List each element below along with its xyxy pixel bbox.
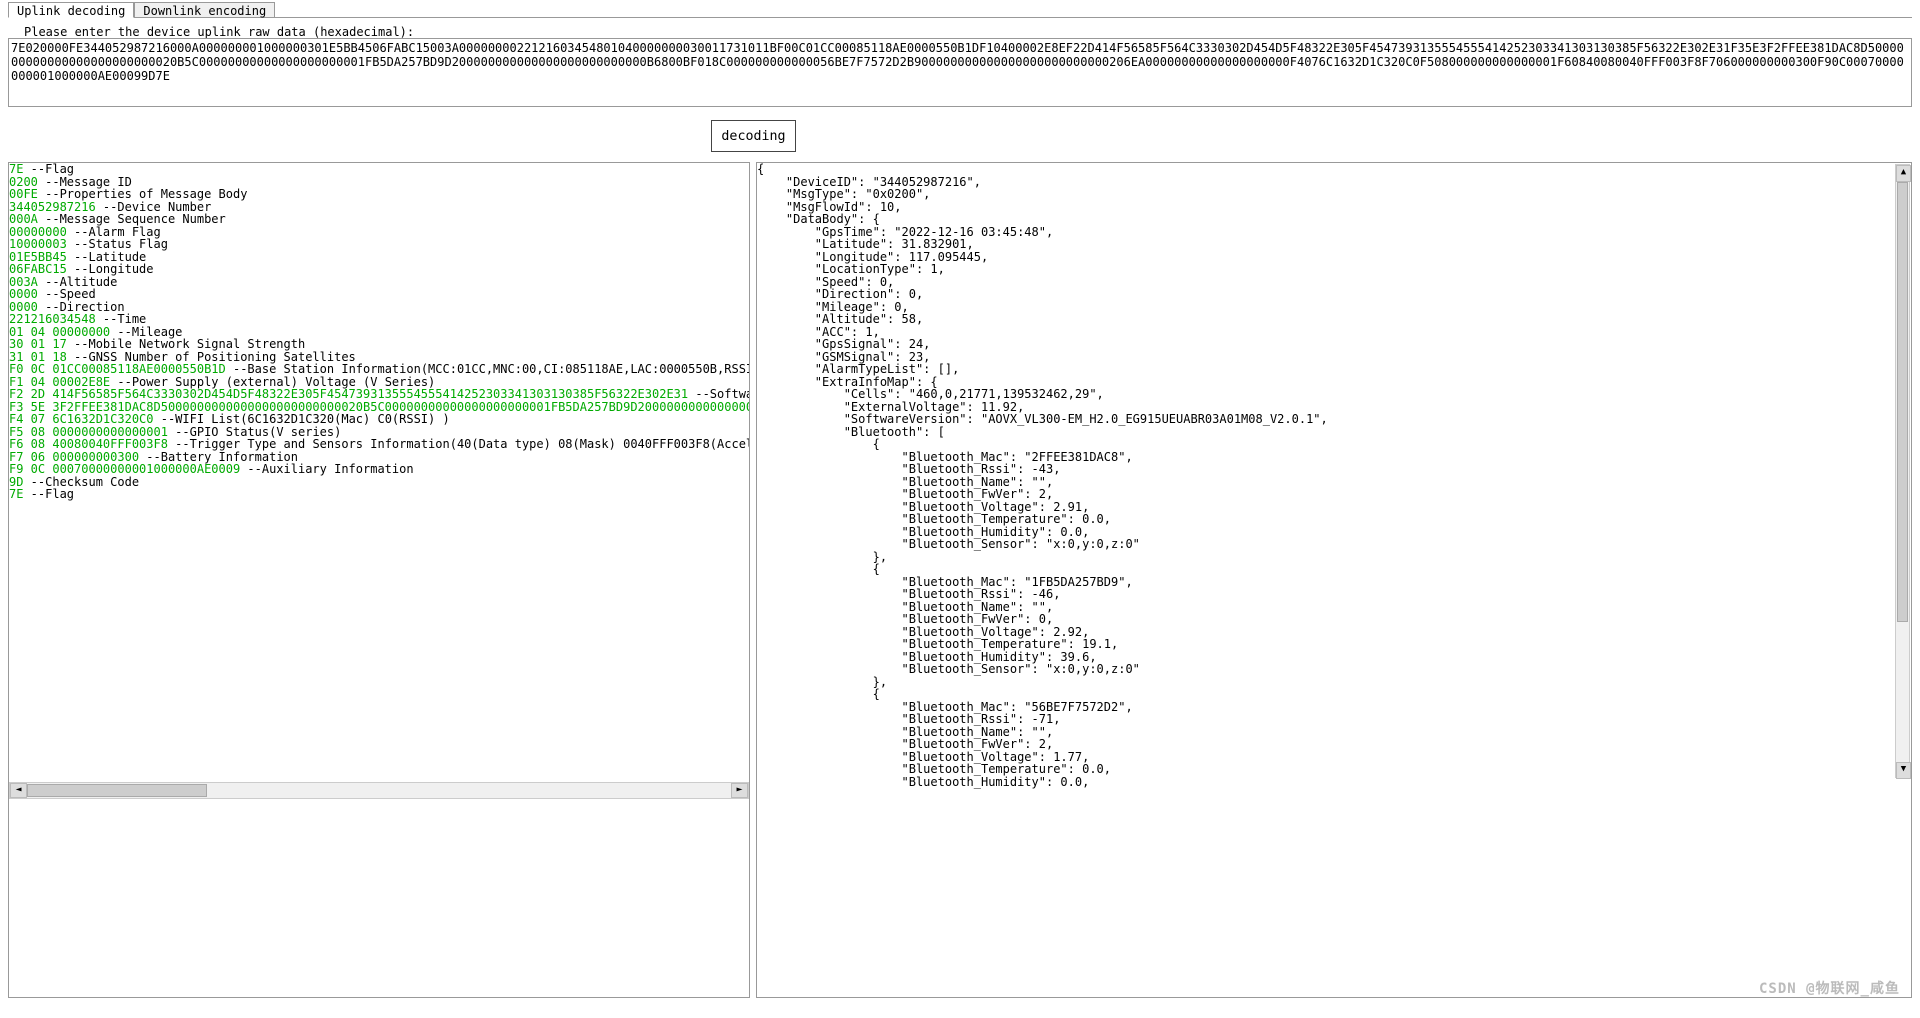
json-output-line: "MsgFlowId": 10, <box>757 201 1911 214</box>
json-output-line: "Altitude": 58, <box>757 313 1911 326</box>
json-output-line: "Bluetooth_FwVer": 2, <box>757 738 1911 751</box>
decoded-field-desc: --Auxiliary Information <box>240 462 413 476</box>
json-output-line: { <box>757 563 1911 576</box>
json-output-line: "Bluetooth_Humidity": 0.0, <box>757 776 1911 789</box>
json-output-line: "MsgType": "0x0200", <box>757 188 1911 201</box>
json-output-line: { <box>757 688 1911 701</box>
json-output-line: }, <box>757 551 1911 564</box>
json-output-line: "LocationType": 1, <box>757 263 1911 276</box>
json-output-line: "Bluetooth_Sensor": "x:0,y:0,z:0" <box>757 538 1911 551</box>
scroll-down-arrow-icon[interactable]: ▼ <box>1896 762 1911 779</box>
tab-uplink-decoding[interactable]: Uplink decoding <box>8 2 134 18</box>
json-output-line: "Bluetooth": [ <box>757 426 1911 439</box>
scroll-left-arrow-icon[interactable]: ◄ <box>10 783 27 798</box>
json-output-line: "Bluetooth_Rssi": -43, <box>757 463 1911 476</box>
json-output-line: "Speed": 0, <box>757 276 1911 289</box>
scroll-track[interactable] <box>27 784 731 797</box>
json-output-line: "AlarmTypeList": [], <box>757 363 1911 376</box>
json-output-line: "Direction": 0, <box>757 288 1911 301</box>
json-output-line: "Bluetooth_Temperature": 0.0, <box>757 513 1911 526</box>
json-output-line: "Bluetooth_Rssi": -71, <box>757 713 1911 726</box>
json-output-line: "Bluetooth_Temperature": 19.1, <box>757 638 1911 651</box>
json-output-line: }, <box>757 676 1911 689</box>
scroll-right-arrow-icon[interactable]: ► <box>731 783 748 798</box>
decoded-field-line: 06FABC15 --Longitude <box>9 263 749 276</box>
json-output-line: "Bluetooth_FwVer": 2, <box>757 488 1911 501</box>
decoding-button[interactable]: decoding <box>711 120 796 152</box>
decoded-field-desc: --Flag <box>23 487 74 501</box>
decoded-field-line: 9D --Checksum Code <box>9 476 749 489</box>
json-output-line: "Mileage": 0, <box>757 301 1911 314</box>
scroll-up-arrow-icon[interactable]: ▲ <box>1896 165 1911 182</box>
json-output-line: "DataBody": { <box>757 213 1911 226</box>
scroll-track[interactable] <box>1896 182 1909 762</box>
scroll-thumb[interactable] <box>1897 182 1908 622</box>
decoded-field-line: 7E --Flag <box>9 488 749 501</box>
json-output-line: "DeviceID": "344052987216", <box>757 176 1911 189</box>
tab-bar: Uplink decoding Downlink encoding <box>8 2 275 18</box>
decoded-field-line: 003A --Altitude <box>9 276 749 289</box>
decoded-fields-panel[interactable]: 7E --Flag0200 --Message ID00FE --Propert… <box>8 162 750 998</box>
json-output-line: "Cells": "460,0,21771,139532462,29", <box>757 388 1911 401</box>
left-panel-horizontal-scrollbar[interactable]: ◄ ► <box>9 782 749 799</box>
json-output-line: "Bluetooth_FwVer": 0, <box>757 613 1911 626</box>
json-output-line: "Bluetooth_Rssi": -46, <box>757 588 1911 601</box>
json-output-line: "SoftwareVersion": "AOVX_VL300-EM_H2.0_E… <box>757 413 1911 426</box>
json-output-line: { <box>757 438 1911 451</box>
decoded-field-hex: 7E <box>9 487 23 501</box>
scroll-thumb[interactable] <box>27 784 207 797</box>
json-output-line: "ACC": 1, <box>757 326 1911 339</box>
json-output-line: "Bluetooth_Sensor": "x:0,y:0,z:0" <box>757 663 1911 676</box>
hex-raw-data-input[interactable] <box>8 38 1912 107</box>
json-output-line: "Bluetooth_Temperature": 0.0, <box>757 763 1911 776</box>
input-prompt: Please enter the device uplink raw data … <box>24 25 414 39</box>
decoded-json-panel[interactable]: { "DeviceID": "344052987216", "MsgType":… <box>756 162 1912 998</box>
json-output-line: "Latitude": 31.832901, <box>757 238 1911 251</box>
tab-downlink-encoding[interactable]: Downlink encoding <box>134 2 275 18</box>
json-output-line: { <box>757 163 1911 176</box>
json-output-line: "GpsSignal": 24, <box>757 338 1911 351</box>
tab-separator <box>8 17 1912 18</box>
watermark-text: CSDN @物联网_咸鱼 <box>1759 978 1900 998</box>
right-panel-vertical-scrollbar[interactable]: ▲ ▼ <box>1895 164 1910 778</box>
